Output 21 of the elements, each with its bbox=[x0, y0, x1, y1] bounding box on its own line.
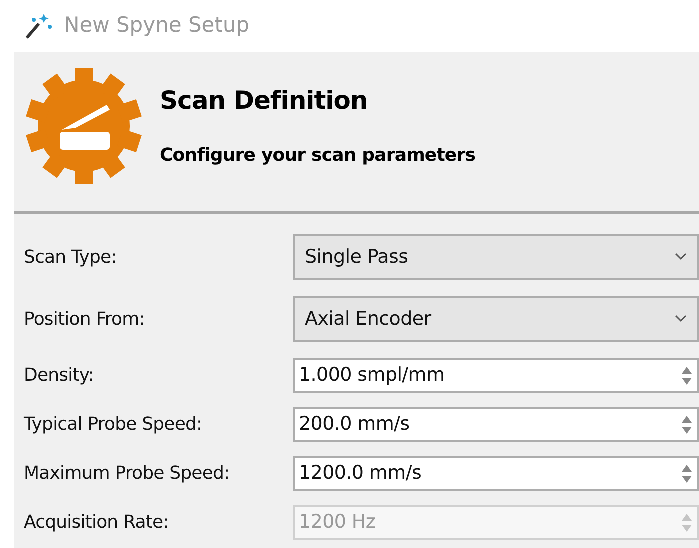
spin-box[interactable]: 1.000 smpl/mm bbox=[293, 358, 699, 393]
header-title: Scan Definition bbox=[160, 85, 369, 117]
field-label: Maximum Probe Speed: bbox=[24, 462, 231, 486]
dropdown[interactable]: Axial Encoder bbox=[293, 296, 699, 342]
chevron-down-icon bbox=[675, 253, 687, 261]
spinner-arrows-icon bbox=[681, 512, 693, 534]
field-label: Scan Type: bbox=[24, 246, 118, 270]
spinner-arrows-icon bbox=[681, 364, 693, 386]
spinner-arrows-icon bbox=[681, 462, 693, 484]
chevron-down-icon bbox=[675, 315, 687, 323]
field-label: Typical Probe Speed: bbox=[24, 413, 204, 437]
spin-box[interactable]: 200.0 mm/s bbox=[293, 407, 699, 442]
field-label: Acquisition Rate: bbox=[24, 511, 170, 535]
spinner-arrows-icon bbox=[681, 414, 693, 436]
field-label: Density: bbox=[24, 364, 95, 388]
magic-wand-icon bbox=[24, 12, 54, 40]
dropdown[interactable]: Single Pass bbox=[293, 234, 699, 280]
window-title: New Spyne Setup bbox=[64, 12, 250, 40]
header-subtitle: Configure your scan parameters bbox=[160, 144, 476, 168]
field-label: Position From: bbox=[24, 308, 146, 332]
spin-box[interactable]: 1200.0 mm/s bbox=[293, 456, 699, 491]
